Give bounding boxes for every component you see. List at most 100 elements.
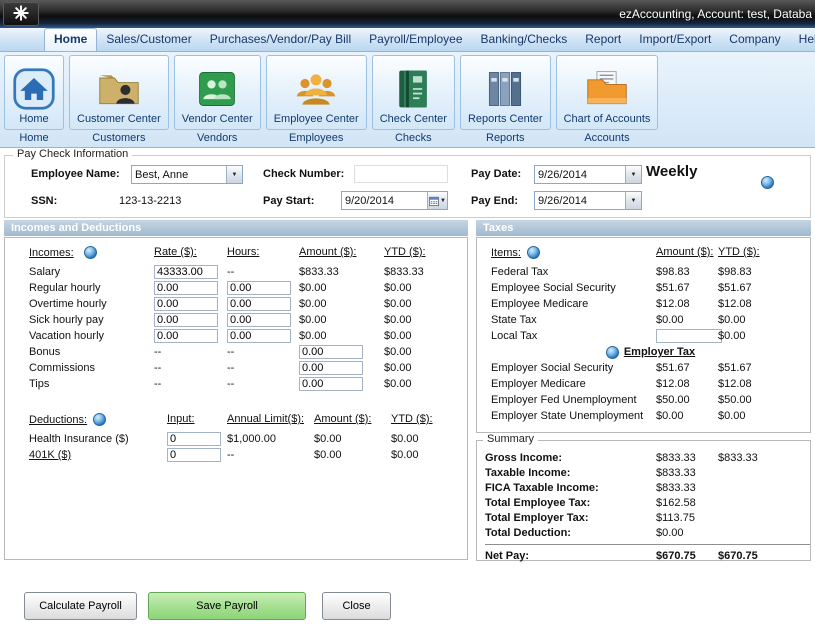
paycheck-information-group: Pay Check Information Employee Name: Bes… bbox=[4, 155, 811, 218]
income-label: Bonus bbox=[29, 346, 154, 358]
overtime-hourly-hours-input[interactable] bbox=[227, 297, 291, 311]
commissions-amount-input[interactable] bbox=[299, 361, 363, 375]
toolbar-employee-center-button[interactable]: Employee Center Employees bbox=[266, 55, 367, 144]
pay-start-datepicker[interactable]: 9/20/2014 ▼ bbox=[341, 191, 448, 210]
toolbar-check-center-button[interactable]: Check Center Checks bbox=[372, 55, 455, 144]
toolbar-button-sublabel: Employees bbox=[289, 132, 343, 144]
pay-end-select[interactable]: 9/26/2014 ▼ bbox=[534, 191, 642, 210]
vacation-hourly-hours-input[interactable] bbox=[227, 329, 291, 343]
chevron-down-icon[interactable]: ▼ bbox=[625, 166, 641, 183]
toolbar-home-button[interactable]: Home Home bbox=[4, 55, 64, 144]
toolbar-reports-center-button[interactable]: Reports Center Reports bbox=[460, 55, 551, 144]
close-button[interactable]: Close bbox=[322, 592, 391, 620]
employer-tax-help-icon[interactable] bbox=[606, 346, 619, 359]
summary-row-taxable-income: Taxable Income: $833.33 bbox=[485, 465, 810, 480]
check-number-input[interactable] bbox=[354, 165, 448, 183]
summary-value: $833.33 bbox=[656, 452, 718, 464]
health-insurance-input[interactable] bbox=[167, 432, 221, 446]
employee-name-select[interactable]: Best, Anne ▼ bbox=[131, 165, 243, 184]
taxes-help-icon[interactable] bbox=[527, 246, 540, 259]
deduction-amount: $0.00 bbox=[314, 433, 391, 445]
input-column-header: Input: bbox=[167, 413, 195, 425]
paycheck-group-title: Pay Check Information bbox=[13, 148, 132, 160]
toolbar-customer-center-button[interactable]: Customer Center Customers bbox=[69, 55, 169, 144]
tips-amount-input[interactable] bbox=[299, 377, 363, 391]
menu-home[interactable]: Home bbox=[44, 28, 97, 51]
save-payroll-button[interactable]: Save Payroll bbox=[148, 592, 306, 620]
tax-row-employer-social-security: Employer Social Security $51.67 $51.67 bbox=[491, 360, 810, 376]
income-row-tips: Tips -- -- $0.00 bbox=[29, 376, 467, 392]
deduction-401k-link[interactable]: 401K ($) bbox=[29, 449, 71, 461]
menubar: Home Sales/Customer Purchases/Vendor/Pay… bbox=[0, 28, 815, 52]
menu-import-export[interactable]: Import/Export bbox=[630, 28, 720, 51]
regular-hourly-hours-input[interactable] bbox=[227, 281, 291, 295]
income-amount: $0.00 bbox=[299, 330, 384, 342]
employee-name-value: Best, Anne bbox=[132, 166, 226, 183]
hours-column-header: Hours: bbox=[227, 246, 259, 258]
tax-row-employer-state-unemployment: Employer State Unemployment $0.00 $0.00 bbox=[491, 408, 810, 424]
tax-amount: $12.08 bbox=[656, 298, 718, 310]
titlebar: ezAccounting, Account: test, Databa bbox=[0, 0, 815, 28]
incomes-help-icon[interactable] bbox=[84, 246, 97, 259]
summary-ytd: $670.75 bbox=[718, 550, 788, 562]
bonus-amount-input[interactable] bbox=[299, 345, 363, 359]
income-amount: $0.00 bbox=[299, 298, 384, 310]
toolbar-vendor-center-button[interactable]: Vendor Center Vendors bbox=[174, 55, 261, 144]
menu-banking-checks[interactable]: Banking/Checks bbox=[472, 28, 577, 51]
toolbar-button-label: Chart of Accounts bbox=[564, 113, 651, 125]
incomes-panel: Incomes: Rate ($): Hours: Amount ($): YT… bbox=[4, 237, 468, 560]
calculate-payroll-button[interactable]: Calculate Payroll bbox=[24, 592, 137, 620]
check-center-icon bbox=[391, 67, 435, 111]
income-ytd: $0.00 bbox=[384, 330, 446, 342]
pay-frequency-label: Weekly bbox=[646, 163, 697, 180]
taxes-header-row: Items: Amount ($): YTD ($): bbox=[491, 246, 810, 264]
income-label: Overtime hourly bbox=[29, 298, 154, 310]
pay-date-select[interactable]: 9/26/2014 ▼ bbox=[534, 165, 642, 184]
vacation-hourly-rate-input[interactable] bbox=[154, 329, 218, 343]
chevron-down-icon[interactable]: ▼ bbox=[625, 192, 641, 209]
toolbar-button-label: Home bbox=[19, 113, 48, 125]
tax-label: Local Tax bbox=[491, 330, 656, 342]
deduction-label: Health Insurance ($) bbox=[29, 433, 167, 445]
deductions-help-icon[interactable] bbox=[93, 413, 106, 426]
calendar-icon[interactable]: ▼ bbox=[427, 192, 447, 209]
tax-amount: $51.67 bbox=[656, 282, 718, 294]
overtime-hourly-rate-input[interactable] bbox=[154, 297, 218, 311]
summary-label: FICA Taxable Income: bbox=[485, 482, 656, 494]
sick-hourly-hours-input[interactable] bbox=[227, 313, 291, 327]
toolbar-button-sublabel: Checks bbox=[395, 132, 432, 144]
deductions-column-header: Deductions: bbox=[29, 414, 87, 426]
menu-purchases-vendor-pay-bill[interactable]: Purchases/Vendor/Pay Bill bbox=[201, 28, 360, 51]
toolbar-button-label: Customer Center bbox=[77, 113, 161, 125]
income-label: Commissions bbox=[29, 362, 154, 374]
income-hours: -- bbox=[227, 346, 299, 358]
employee-name-label: Employee Name: bbox=[31, 168, 120, 180]
toolbar-chart-of-accounts-button[interactable]: Chart of Accounts Accounts bbox=[556, 55, 659, 144]
income-hours: -- bbox=[227, 266, 299, 278]
toolbar-button-sublabel: Home bbox=[19, 132, 48, 144]
menu-payroll-employee[interactable]: Payroll/Employee bbox=[360, 28, 471, 51]
window-title: ezAccounting, Account: test, Databa bbox=[619, 7, 812, 21]
chevron-down-icon[interactable]: ▼ bbox=[226, 166, 242, 183]
deductions-header-row: Deductions: Input: Annual Limit($): Amou… bbox=[29, 413, 467, 431]
summary-label: Net Pay: bbox=[485, 550, 656, 562]
income-ytd: $0.00 bbox=[384, 282, 446, 294]
sick-hourly-rate-input[interactable] bbox=[154, 313, 218, 327]
income-hours: -- bbox=[227, 378, 299, 390]
local-tax-input[interactable] bbox=[656, 329, 722, 343]
app-menu-button[interactable] bbox=[3, 2, 39, 26]
menu-company[interactable]: Company bbox=[720, 28, 789, 51]
summary-label: Gross Income: bbox=[485, 452, 656, 464]
income-ytd: $0.00 bbox=[384, 362, 446, 374]
menu-help[interactable]: Help bbox=[790, 28, 815, 51]
menu-sales-customer[interactable]: Sales/Customer bbox=[97, 28, 200, 51]
regular-hourly-rate-input[interactable] bbox=[154, 281, 218, 295]
summary-value: $833.33 bbox=[656, 467, 718, 479]
paycheck-help-icon[interactable] bbox=[761, 176, 774, 189]
tax-ytd: $51.67 bbox=[718, 362, 788, 374]
tax-label: Employer State Unemployment bbox=[491, 410, 656, 422]
401k-input[interactable] bbox=[167, 448, 221, 462]
summary-row-net-pay: Net Pay: $670.75 $670.75 bbox=[485, 544, 810, 563]
menu-report[interactable]: Report bbox=[576, 28, 630, 51]
salary-rate-input[interactable] bbox=[154, 265, 218, 279]
